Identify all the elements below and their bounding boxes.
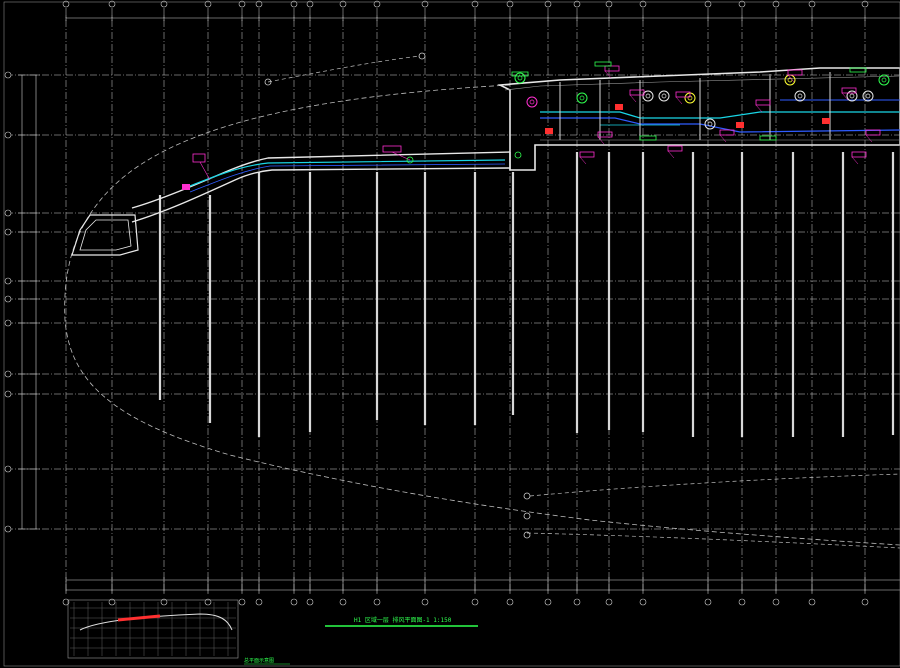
axis-bubble (306, 598, 314, 606)
damper-symbol (615, 104, 623, 110)
damper-symbol (736, 122, 744, 128)
drawing-title: H1 区域一层 排风平面图-1 1:150 (354, 616, 452, 624)
axis-bubble (255, 598, 263, 606)
axis-bubble (861, 598, 869, 606)
axis-bubble (4, 390, 12, 398)
axis-bubble (238, 598, 246, 606)
cad-drawing: 总平面示意图 H1 区域一层 排风平面图-1 1:150 (0, 0, 900, 668)
axis-bubble (4, 525, 12, 533)
axis-bubble (4, 228, 12, 236)
axis-bubble (290, 598, 298, 606)
axis-bubble (544, 598, 552, 606)
axis-bubble (808, 598, 816, 606)
axis-bubble (4, 71, 12, 79)
axis-bubble (772, 598, 780, 606)
axis-bubble (4, 295, 12, 303)
axis-bubble (4, 319, 12, 327)
damper-symbol (822, 118, 830, 124)
axis-bubble (373, 598, 381, 606)
axis-bubble (4, 209, 12, 217)
axis-bubble (738, 598, 746, 606)
axis-bubble (421, 598, 429, 606)
damper-symbol (545, 128, 553, 134)
axis-bubble (339, 598, 347, 606)
axis-bubble (471, 598, 479, 606)
axis-bubble (4, 465, 12, 473)
keyplan-label: 总平面示意图 (244, 657, 274, 664)
axis-bubble (639, 598, 647, 606)
axis-bubble (704, 598, 712, 606)
axis-bubble (506, 598, 514, 606)
axis-bubble (605, 598, 613, 606)
axis-bubble (573, 598, 581, 606)
axis-bubble (4, 131, 12, 139)
axis-bubble (4, 277, 12, 285)
axis-bubble (4, 370, 12, 378)
